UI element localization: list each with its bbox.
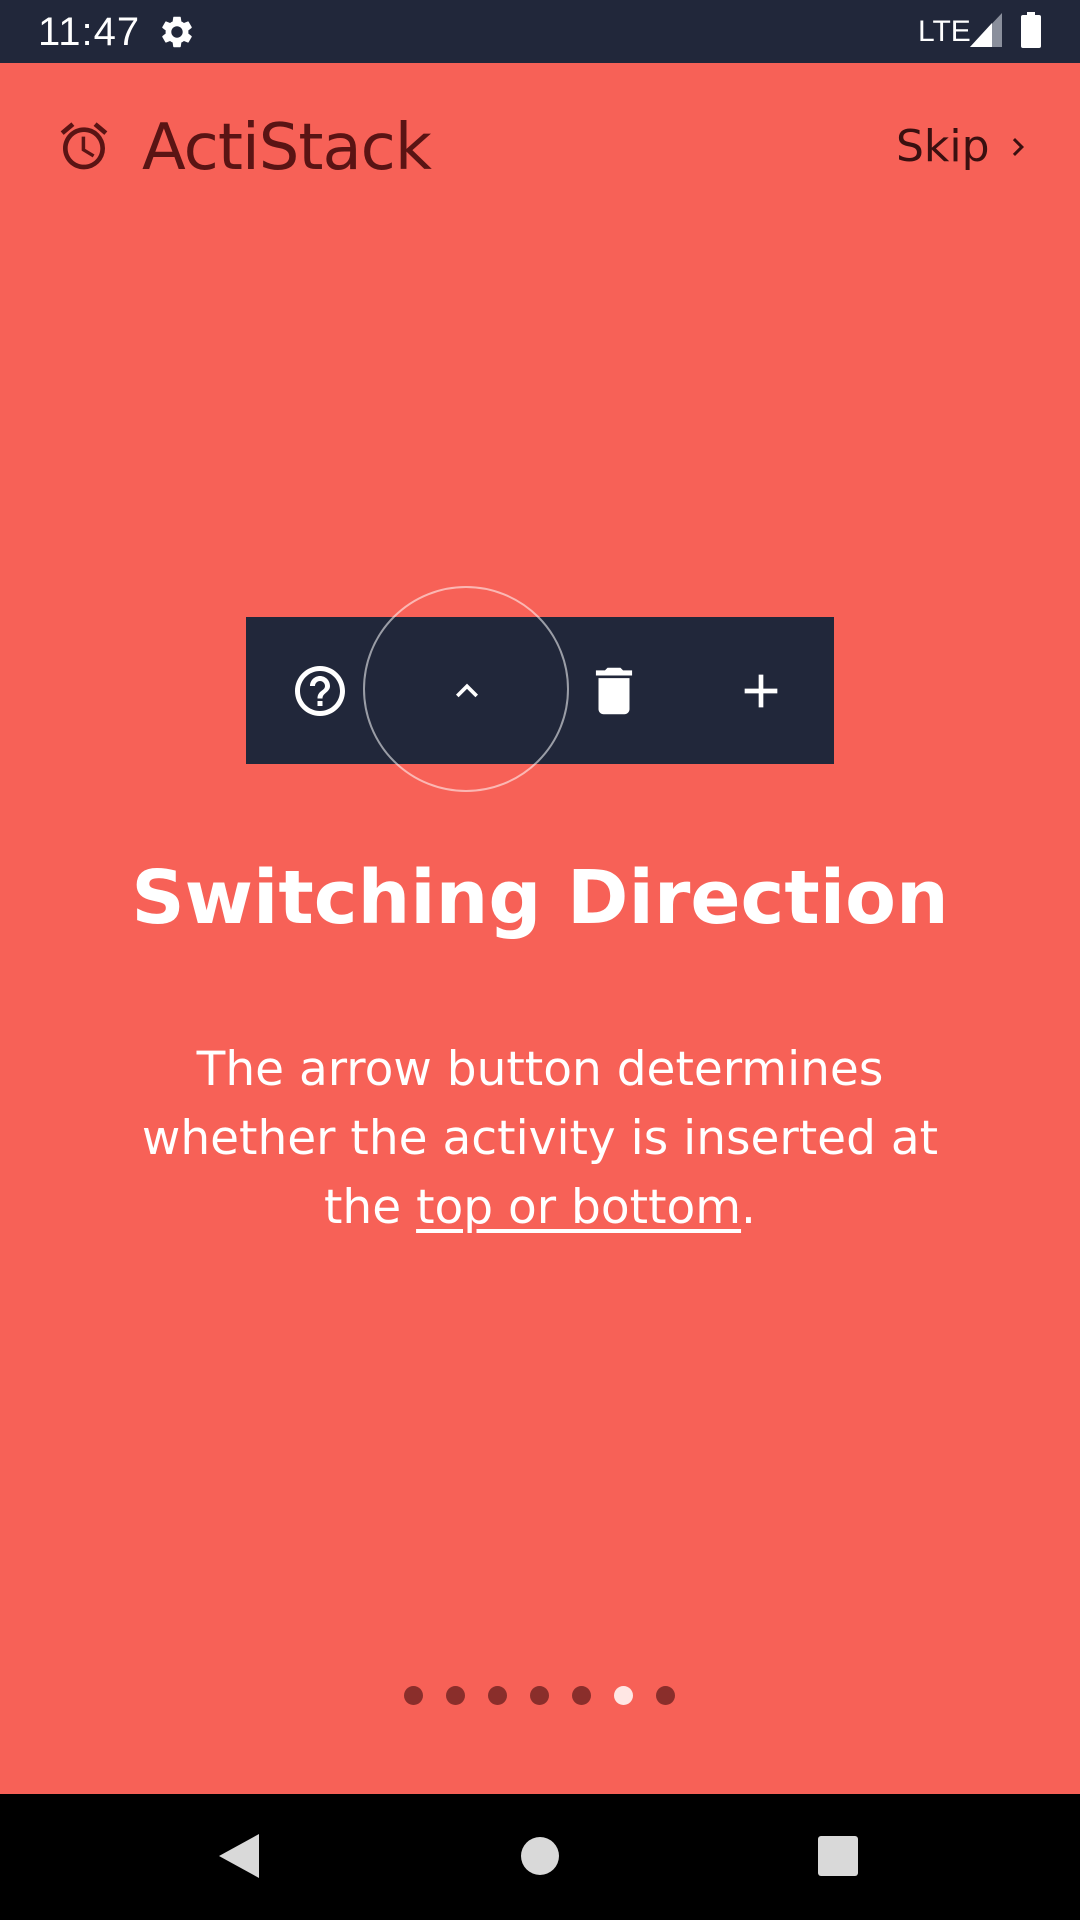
page-dot — [446, 1686, 465, 1705]
page-dot — [530, 1686, 549, 1705]
back-icon — [219, 1834, 259, 1878]
home-icon — [521, 1837, 559, 1875]
plus-icon — [744, 674, 777, 707]
battery-icon — [1021, 12, 1041, 48]
page-dot — [572, 1686, 591, 1705]
page-dot — [656, 1686, 675, 1705]
delete-button — [540, 617, 687, 764]
slide-description: The arrow button determines whether the … — [100, 1035, 980, 1242]
status-bar: 11:47 LTE — [0, 0, 1080, 63]
help-button — [246, 617, 393, 764]
page-indicator — [0, 1680, 1080, 1708]
skip-button[interactable]: Skip — [896, 112, 1036, 182]
navigation-bar — [0, 1794, 1080, 1920]
onboarding-screen: 11:47 LTE ActiStack Skip Switching Direc… — [0, 0, 1080, 1920]
alarm-clock-icon — [60, 122, 108, 170]
page-dot — [404, 1686, 423, 1705]
chevron-right-icon — [1012, 138, 1024, 156]
slide-title: Switching Direction — [131, 855, 949, 941]
status-time: 11:47 — [38, 10, 141, 54]
gear-icon — [162, 16, 192, 48]
home-button[interactable] — [505, 1821, 575, 1891]
slide-body-end: . — [741, 1180, 756, 1235]
direction-button — [393, 617, 540, 764]
back-button[interactable] — [204, 1821, 274, 1891]
top-or-bottom-link[interactable]: top or bottom — [416, 1180, 741, 1235]
recents-icon — [818, 1836, 858, 1876]
toolbar-illustration — [246, 617, 834, 764]
page-dot — [488, 1686, 507, 1705]
chevron-up-icon — [455, 683, 478, 697]
help-icon — [294, 665, 345, 716]
page-dot-active — [614, 1686, 633, 1705]
recents-button[interactable] — [803, 1821, 873, 1891]
app-title: ActiStack — [142, 111, 432, 185]
network-type: LTE — [918, 15, 971, 48]
signal-icon — [970, 13, 1002, 47]
skip-label: Skip — [896, 121, 990, 172]
add-button — [687, 617, 834, 764]
trash-icon — [595, 667, 632, 714]
